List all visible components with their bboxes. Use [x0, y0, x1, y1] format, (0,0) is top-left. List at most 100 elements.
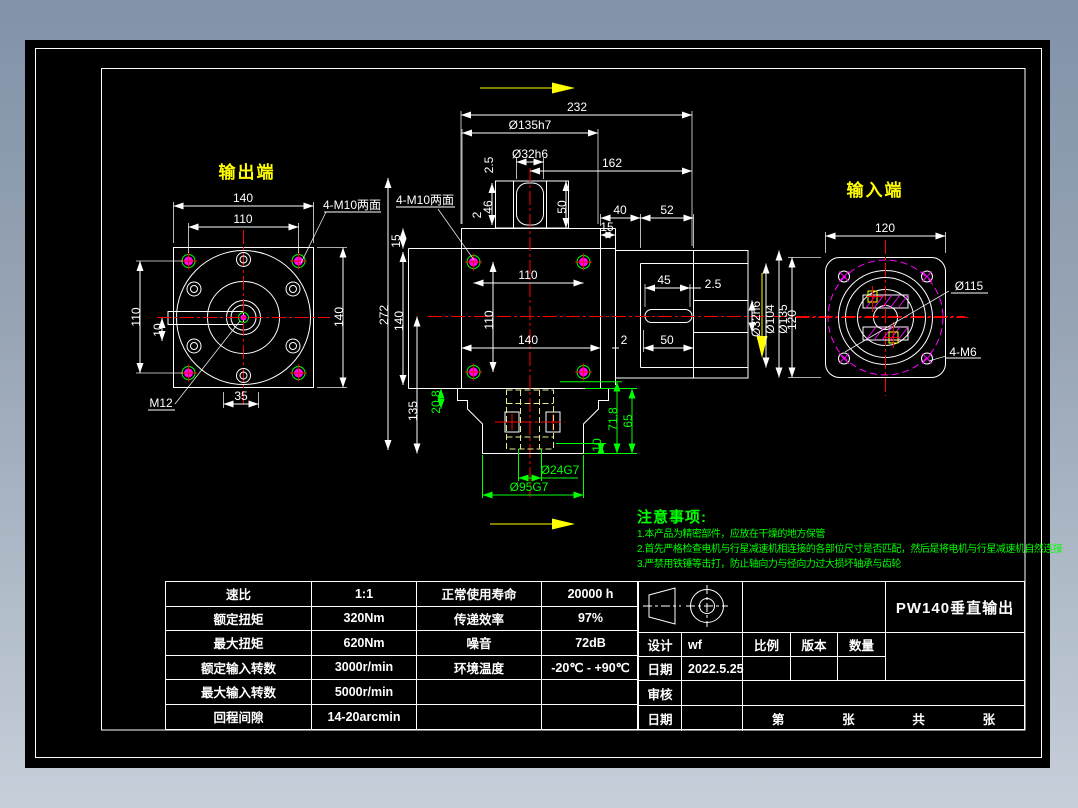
dim: 40 — [613, 203, 627, 217]
dim: 50 — [555, 200, 569, 214]
dim: 2 — [621, 333, 628, 347]
version-label: 版本 — [791, 633, 838, 657]
date-value: 2022.5.25 — [682, 657, 743, 681]
title-block: PW140垂直输出 设计 wf 比例 版本 数量 日期 2022.5.25 审核… — [638, 581, 1025, 730]
spec-cell: 正常使用寿命 — [417, 582, 542, 607]
qty-value — [838, 657, 886, 681]
dim-green: Ø95G7 — [510, 480, 549, 494]
output-end-label: 输出端 — [219, 162, 276, 182]
title-empty-cell — [886, 633, 1024, 681]
dim: 50 — [660, 333, 674, 347]
dim: 10 — [151, 323, 165, 337]
arrow-right-bottom-icon — [552, 519, 575, 530]
holes-label: 4-M10两面 — [396, 193, 454, 207]
cad-viewport: 输出端 — [0, 0, 1078, 808]
arrow-right-top-icon — [552, 83, 575, 94]
holes-label: 4-M10两面 — [323, 198, 381, 212]
spec-cell: 环境温度 — [417, 656, 542, 681]
spec-cell — [417, 680, 542, 705]
dim: 2.5 — [482, 156, 496, 173]
sheet-zhang: 张 — [842, 709, 855, 728]
audit-label: 审核 — [639, 681, 682, 706]
spec-cell: 3000r/min — [312, 656, 417, 681]
spec-cell — [542, 705, 639, 730]
spec-cell: 320Nm — [312, 607, 417, 632]
dim: 110 — [233, 212, 252, 226]
spec-cell: 620Nm — [312, 631, 417, 656]
title-empty-cell — [743, 582, 886, 633]
qty-label: 数量 — [838, 633, 886, 657]
spec-cell: 1:1 — [312, 582, 417, 607]
spec-cell: 最大输入转数 — [166, 680, 312, 705]
dim: 45 — [657, 273, 671, 287]
dim: 52 — [660, 203, 674, 217]
holes-label: 4-M6 — [949, 345, 977, 359]
scale-label: 比例 — [743, 633, 791, 657]
dim: 2 — [470, 211, 484, 218]
spec-cell: 14-20arcmin — [312, 705, 417, 730]
dim: 140 — [233, 191, 253, 205]
note-line: 2.首先严格检查电机与行星减速机相连接的各部位尺寸是否匹配，然后是将电机与行星减… — [637, 542, 1049, 557]
dim: Ø135h7 — [509, 118, 552, 132]
sheet-gong: 共 — [912, 709, 925, 728]
spec-cell: 72dB — [542, 631, 639, 656]
dim: 35 — [234, 389, 248, 403]
spec-cell: 速比 — [166, 582, 312, 607]
spec-cell: 20000 h — [542, 582, 639, 607]
spec-cell: 5000r/min — [312, 680, 417, 705]
dim: 15 — [600, 220, 614, 234]
dim: 135 — [406, 401, 420, 421]
dim: 15 — [389, 234, 403, 248]
spec-cell: -20℃ - +90℃ — [542, 656, 639, 681]
dim: Ø32h6 — [512, 147, 548, 161]
dim-green: 65 — [621, 414, 635, 428]
audit-value — [682, 681, 743, 706]
dim-green: 20.8 — [429, 390, 443, 414]
dim: 120 — [785, 310, 799, 330]
dim: 162 — [602, 156, 622, 170]
dim: 46 — [481, 200, 495, 214]
dim: 2.5 — [705, 277, 722, 291]
dim: 120 — [875, 221, 895, 235]
input-end-label: 输入端 — [847, 180, 904, 200]
version-value — [791, 657, 838, 681]
dim: 140 — [392, 311, 406, 331]
note-line: 1.本产品为精密部件，应放在干燥的地方保管 — [637, 527, 1049, 542]
spec-cell — [542, 680, 639, 705]
spec-cell — [417, 705, 542, 730]
spec-cell: 传递效率 — [417, 607, 542, 632]
dim: Ø104 — [763, 304, 777, 334]
date-label: 日期 — [639, 657, 682, 681]
scale-value — [743, 657, 791, 681]
spec-cell: 噪音 — [417, 631, 542, 656]
sheet-zhang2: 张 — [983, 709, 996, 728]
projection-symbol-cell — [639, 582, 743, 633]
dim: Ø32h6 — [749, 301, 763, 337]
spec-cell: 额定扭矩 — [166, 607, 312, 632]
date2-label: 日期 — [639, 706, 682, 731]
part-name: PW140垂直输出 — [886, 582, 1024, 633]
dim: Ø115 — [955, 279, 984, 293]
output-end-view: 输出端 — [129, 162, 381, 410]
dim: 140 — [332, 307, 346, 327]
sheet-cell: 第 张 共 张 — [743, 706, 1024, 731]
spec-cell: 额定输入转数 — [166, 656, 312, 681]
dim: 110 — [482, 310, 496, 329]
dim-green: 10 — [590, 438, 604, 452]
dim: 272 — [377, 305, 391, 325]
note-line: 3.严禁用铁锤等击打，防止轴向力与径向力过大损坏轴承与齿轮 — [637, 557, 1049, 572]
designer-value: wf — [682, 633, 743, 657]
input-end-view: 输入端 — [785, 180, 988, 396]
dim-green: Ø24G7 — [541, 463, 580, 477]
dim: 110 — [518, 268, 537, 282]
spec-cell: 最大扭矩 — [166, 631, 312, 656]
title-empty-cell — [743, 681, 1024, 706]
dim-green: 71.8 — [606, 407, 620, 431]
notes-block: 注意事项: 1.本产品为精密部件，应放在干燥的地方保管 2.首先严格检查电机与行… — [637, 506, 1049, 572]
spec-table: 速比 1:1 正常使用寿命 20000 h 额定扭矩 320Nm 传递效率 97… — [165, 581, 638, 730]
spec-cell: 97% — [542, 607, 639, 632]
spec-cell: 回程间隙 — [166, 705, 312, 730]
design-label: 设计 — [639, 633, 682, 657]
notes-title: 注意事项: — [637, 506, 1049, 527]
dim: 140 — [518, 333, 538, 347]
